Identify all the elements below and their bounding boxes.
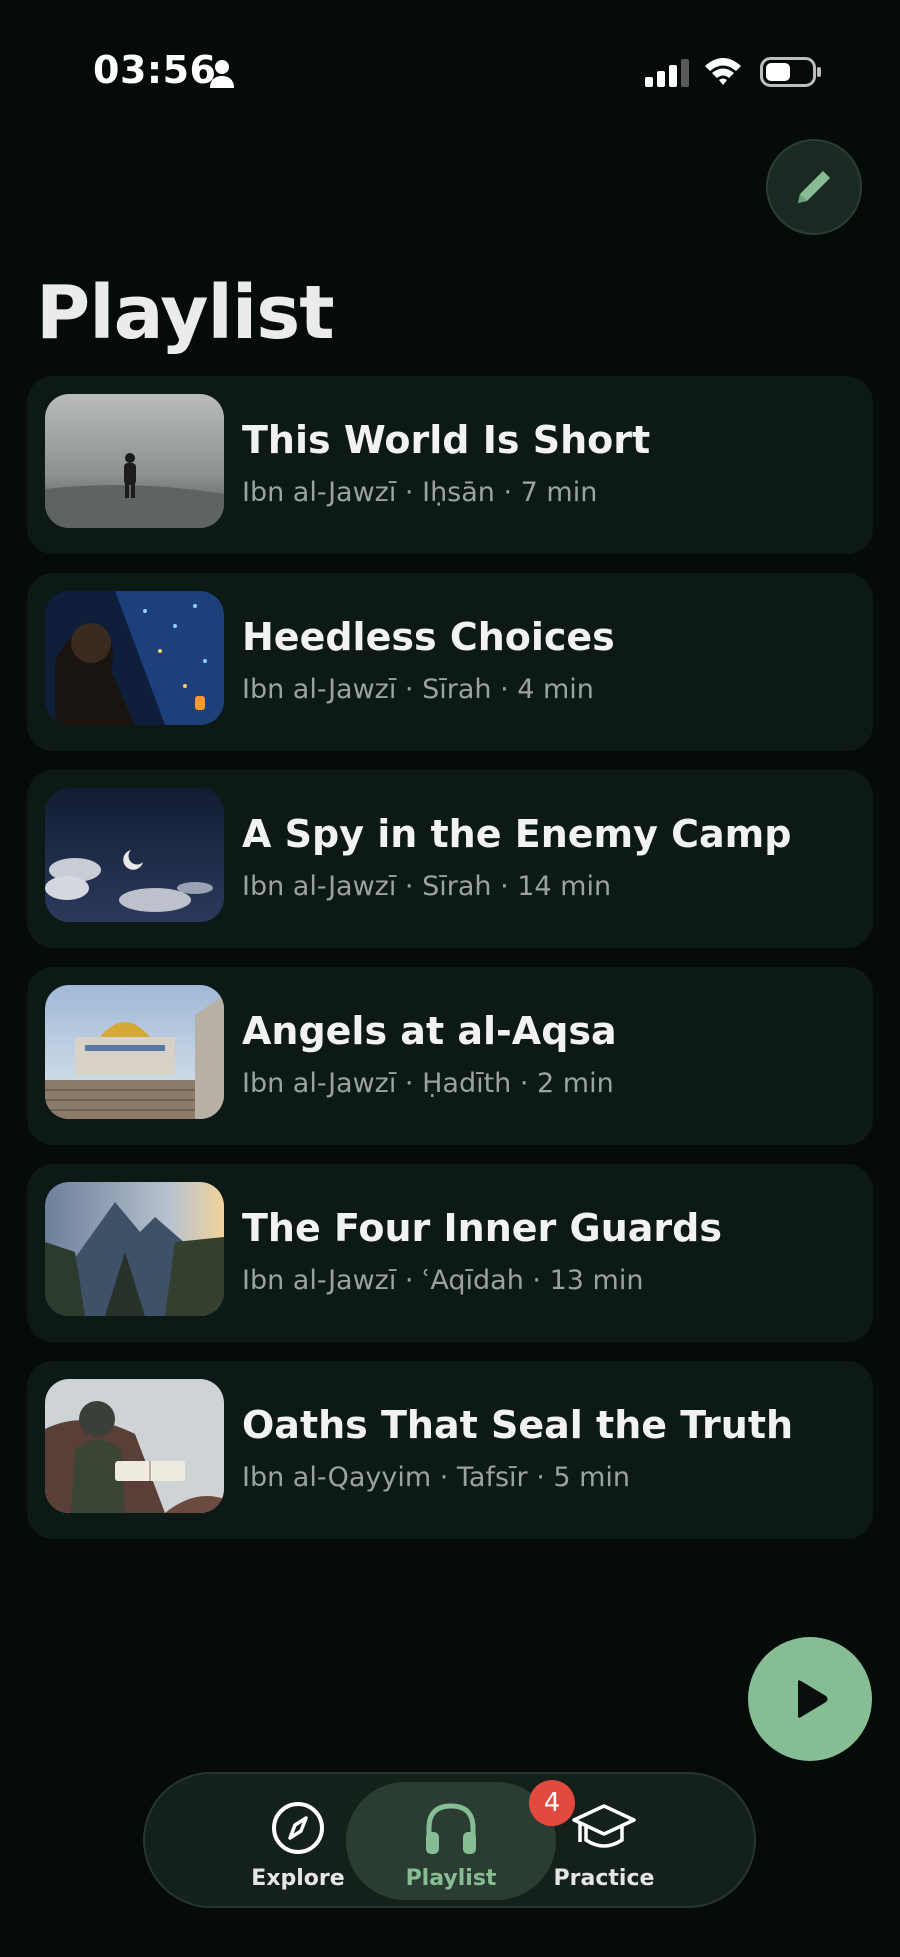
track-title: Angels at al-Aqsa <box>242 1009 617 1053</box>
track-thumbnail <box>45 985 224 1119</box>
track-title: A Spy in the Enemy Camp <box>242 812 792 856</box>
track-meta: Ibn al-Jawzī · ʿAqīdah · 13 min <box>242 1265 644 1296</box>
track-meta: Ibn al-Jawzī · Iḥsān · 7 min <box>242 477 598 508</box>
track-thumbnail <box>45 1182 224 1316</box>
track-card[interactable]: Angels at al-Aqsa Ibn al-Jawzī · Ḥadīth … <box>27 967 873 1145</box>
wifi-icon <box>705 58 741 85</box>
track-meta: Ibn al-Jawzī · Ḥadīth · 2 min <box>242 1068 614 1099</box>
signal-icon <box>645 59 689 87</box>
track-thumbnail <box>45 1379 224 1513</box>
status-time: 03:56 <box>93 48 217 92</box>
play-icon <box>798 1680 828 1718</box>
track-title: This World Is Short <box>242 418 651 462</box>
graduation-cap-icon <box>572 1804 636 1848</box>
nav-label-practice: Practice <box>553 1866 655 1891</box>
edit-button[interactable] <box>766 139 862 235</box>
notification-badge: 4 <box>529 1780 575 1826</box>
track-card[interactable]: Oaths That Seal the Truth Ibn al-Qayyim … <box>27 1361 873 1539</box>
pencil-icon <box>798 171 830 203</box>
page-title: Playlist <box>36 270 335 356</box>
play-button[interactable] <box>748 1637 872 1761</box>
track-title: The Four Inner Guards <box>242 1206 722 1250</box>
track-title: Oaths That Seal the Truth <box>242 1403 794 1447</box>
track-meta: Ibn al-Jawzī · Sīrah · 4 min <box>242 674 594 705</box>
bottom-nav: Explore Playlist Practice <box>143 1772 756 1908</box>
track-title: Heedless Choices <box>242 615 615 659</box>
track-meta: Ibn al-Jawzī · Sīrah · 14 min <box>242 871 612 902</box>
person-icon <box>210 60 234 88</box>
track-card[interactable]: A Spy in the Enemy Camp Ibn al-Jawzī · S… <box>27 770 873 948</box>
battery-icon <box>760 57 821 87</box>
track-card[interactable]: Heedless Choices Ibn al-Jawzī · Sīrah · … <box>27 573 873 751</box>
track-meta: Ibn al-Qayyim · Tafsīr · 5 min <box>242 1462 631 1493</box>
compass-icon <box>272 1802 324 1854</box>
track-list: This World Is Short Ibn al-Jawzī · Iḥsān… <box>27 376 873 1558</box>
track-card[interactable]: The Four Inner Guards Ibn al-Jawzī · ʿAq… <box>27 1164 873 1342</box>
track-thumbnail <box>45 394 224 528</box>
headphones-icon <box>426 1803 476 1854</box>
playlist-screen: 03:56 Playlist This World Is Short Ibn a… <box>0 0 900 1957</box>
track-card[interactable]: This World Is Short Ibn al-Jawzī · Iḥsān… <box>27 376 873 554</box>
track-thumbnail <box>45 788 224 922</box>
track-thumbnail <box>45 591 224 725</box>
